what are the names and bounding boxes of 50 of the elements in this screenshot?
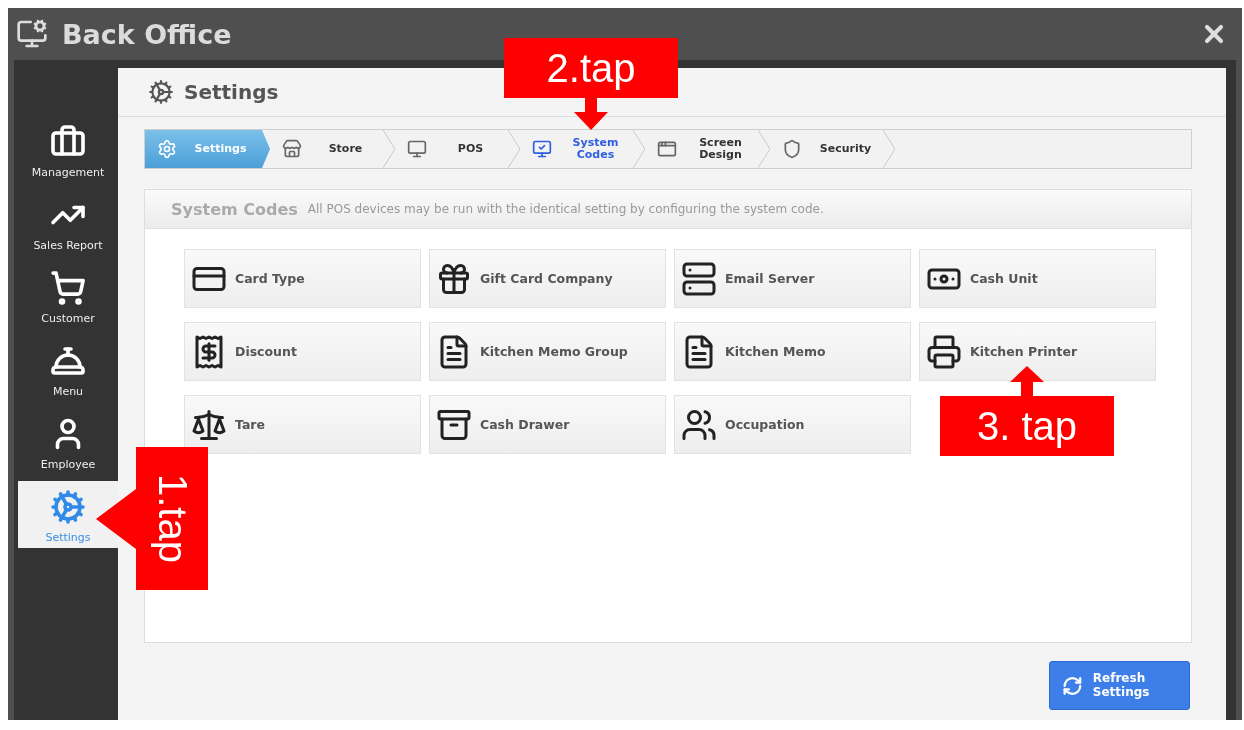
app-icon bbox=[16, 18, 48, 50]
gears-icon bbox=[148, 79, 174, 105]
window-icon bbox=[657, 139, 677, 159]
card-title: System Codes bbox=[171, 199, 298, 219]
monitor-icon bbox=[532, 139, 552, 159]
sidebar-label: Employee bbox=[40, 458, 96, 471]
sidebar-label: Settings bbox=[45, 531, 91, 544]
system-code-tile[interactable]: Email Server bbox=[674, 249, 911, 308]
monitor-icon bbox=[407, 139, 427, 159]
printer-icon bbox=[926, 333, 962, 370]
system-code-tile[interactable]: Discount bbox=[184, 322, 421, 381]
callout-label: 1.tap bbox=[136, 447, 208, 590]
callout-arrow bbox=[574, 98, 608, 130]
gear-icon bbox=[157, 139, 177, 159]
callout-label: 2.tap bbox=[504, 38, 678, 98]
system-code-tile[interactable]: Kitchen Memo Group bbox=[429, 322, 666, 381]
system-code-tile[interactable]: Kitchen Memo bbox=[674, 322, 911, 381]
store-icon bbox=[282, 139, 302, 159]
cart-icon bbox=[50, 270, 86, 306]
system-code-tile[interactable]: Tare bbox=[184, 395, 421, 454]
sidebar-label: Management bbox=[31, 166, 105, 179]
sidebar-item[interactable]: Sales Report bbox=[18, 189, 118, 256]
sidebar-label: Menu bbox=[52, 385, 84, 398]
sidebar-label: Sales Report bbox=[33, 239, 103, 252]
breadcrumb-step[interactable]: Store bbox=[270, 130, 395, 168]
callout-label: 3. tap bbox=[940, 396, 1114, 456]
system-code-tile[interactable]: Occupation bbox=[674, 395, 911, 454]
breadcrumb-step[interactable]: Screen Design bbox=[645, 130, 770, 168]
system-code-tile[interactable]: Gift Card Company bbox=[429, 249, 666, 308]
sidebar-item[interactable]: Employee bbox=[18, 408, 118, 475]
sidebar-item[interactable]: Management bbox=[18, 116, 118, 183]
breadcrumb-step[interactable]: POS bbox=[395, 130, 520, 168]
sidebar-label: Customer bbox=[41, 312, 95, 325]
system-code-tile[interactable]: Card Type bbox=[184, 249, 421, 308]
breadcrumb-step[interactable]: Security bbox=[770, 130, 895, 168]
callout-arrow bbox=[96, 488, 136, 549]
sidebar-item[interactable]: Menu bbox=[18, 335, 118, 402]
sidebar-item[interactable]: Customer bbox=[18, 262, 118, 329]
gears-icon bbox=[50, 489, 86, 525]
card-description: All POS devices may be run with the identical setting by configuring the system code. bbox=[307, 202, 824, 216]
shield-icon bbox=[782, 139, 802, 159]
callout-arrow bbox=[1010, 366, 1044, 396]
page-title: Settings bbox=[184, 80, 279, 104]
system-code-tile[interactable]: Kitchen Printer bbox=[919, 322, 1156, 381]
system-code-tile[interactable]: Cash Drawer bbox=[429, 395, 666, 454]
window-title: Back Office bbox=[62, 18, 233, 50]
breadcrumb-step[interactable]: System Codes bbox=[520, 130, 645, 168]
server-icon bbox=[681, 260, 717, 297]
system-code-tile[interactable]: Cash Unit bbox=[919, 249, 1156, 308]
refresh-settings-button[interactable]: Refresh Settings bbox=[1049, 661, 1190, 710]
